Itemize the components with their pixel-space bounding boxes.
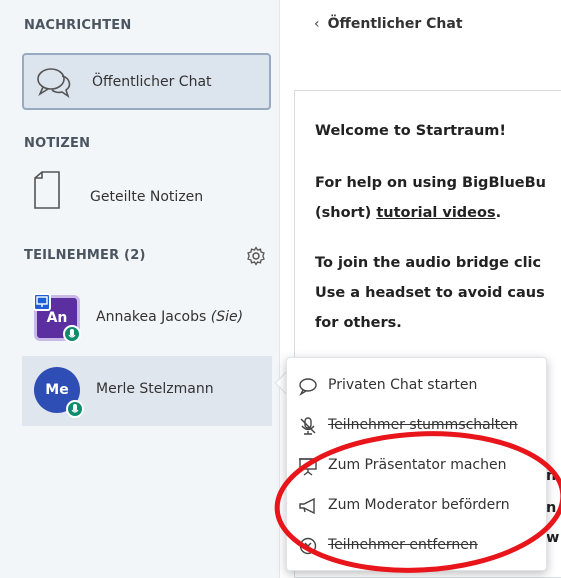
participant-context-menu: Privaten Chat starten Teilnehmer stummsc… [286, 357, 547, 571]
menu-item-private-chat[interactable]: Privaten Chat starten [287, 366, 548, 406]
participant-name: Annakea Jacobs (Sie) [96, 309, 244, 325]
sidebar-item-public-chat[interactable]: Öffentlicher Chat [22, 53, 271, 110]
document-icon [34, 171, 60, 209]
audio-line-3: for others. [315, 315, 402, 331]
gear-icon[interactable] [246, 246, 266, 266]
chat-header[interactable]: ‹ Öffentlicher Chat [314, 16, 463, 32]
menu-item-remove-participant[interactable]: Teilnehmer entfernen [287, 526, 548, 566]
menu-item-label: Zum Präsentator machen [328, 457, 507, 473]
messages-section-title: NACHRICHTEN [24, 18, 132, 33]
welcome-line: Welcome to Startraum! [315, 123, 507, 139]
audio-line-2: Use a headset to avoid caus [315, 285, 545, 301]
tutorial-line: (short) tutorial videos. [315, 205, 502, 221]
avatar: An [33, 293, 81, 343]
chat-bubbles-icon [37, 68, 71, 98]
microphone-icon [66, 400, 84, 418]
presenter-icon [33, 293, 51, 311]
megaphone-icon [299, 497, 315, 515]
participant-row-annakea[interactable]: An Annakea Jacobs (Sie) [22, 284, 272, 354]
hidden-text-fragment: w [546, 530, 560, 546]
participant-name: Merle Stelzmann [96, 381, 214, 397]
avatar: Me [34, 367, 84, 418]
menu-item-promote-moderator[interactable]: Zum Moderator befördern [287, 486, 548, 526]
sidebar-item-shared-notes[interactable]: Geteilte Notizen [22, 166, 271, 222]
avatar-initials: An [46, 310, 68, 326]
presentation-icon [299, 458, 317, 476]
microphone-icon [63, 325, 81, 343]
chat-title: Öffentlicher Chat [327, 16, 463, 32]
audio-line-1: To join the audio bridge clic [315, 255, 542, 271]
sidebar: NACHRICHTEN Öffentlicher Chat NOTIZEN Ge… [0, 0, 280, 578]
shared-notes-label: Geteilte Notizen [90, 189, 204, 205]
remove-circle-icon [299, 537, 317, 555]
menu-item-make-presenter[interactable]: Zum Präsentator machen [287, 446, 548, 486]
menu-item-label: Teilnehmer entfernen [328, 537, 478, 553]
notes-section-title: NOTIZEN [24, 136, 91, 151]
menu-item-label: Privaten Chat starten [328, 377, 478, 393]
avatar-initials: Me [45, 382, 69, 398]
participants-section-title: TEILNEHMER (2) [24, 248, 146, 263]
chevron-left-icon[interactable]: ‹ [314, 16, 320, 32]
help-line: For help on using BigBlueBu [315, 175, 546, 191]
mic-off-icon [300, 417, 316, 435]
menu-item-mute[interactable]: Teilnehmer stummschalten [287, 406, 548, 446]
tutorial-videos-link[interactable]: tutorial videos [376, 205, 495, 221]
menu-item-label: Teilnehmer stummschalten [328, 417, 518, 433]
participant-row-merle[interactable]: Me Merle Stelzmann [22, 356, 272, 426]
chat-bubble-icon [299, 378, 317, 396]
menu-item-label: Zum Moderator befördern [328, 497, 510, 513]
public-chat-label: Öffentlicher Chat [92, 74, 212, 90]
